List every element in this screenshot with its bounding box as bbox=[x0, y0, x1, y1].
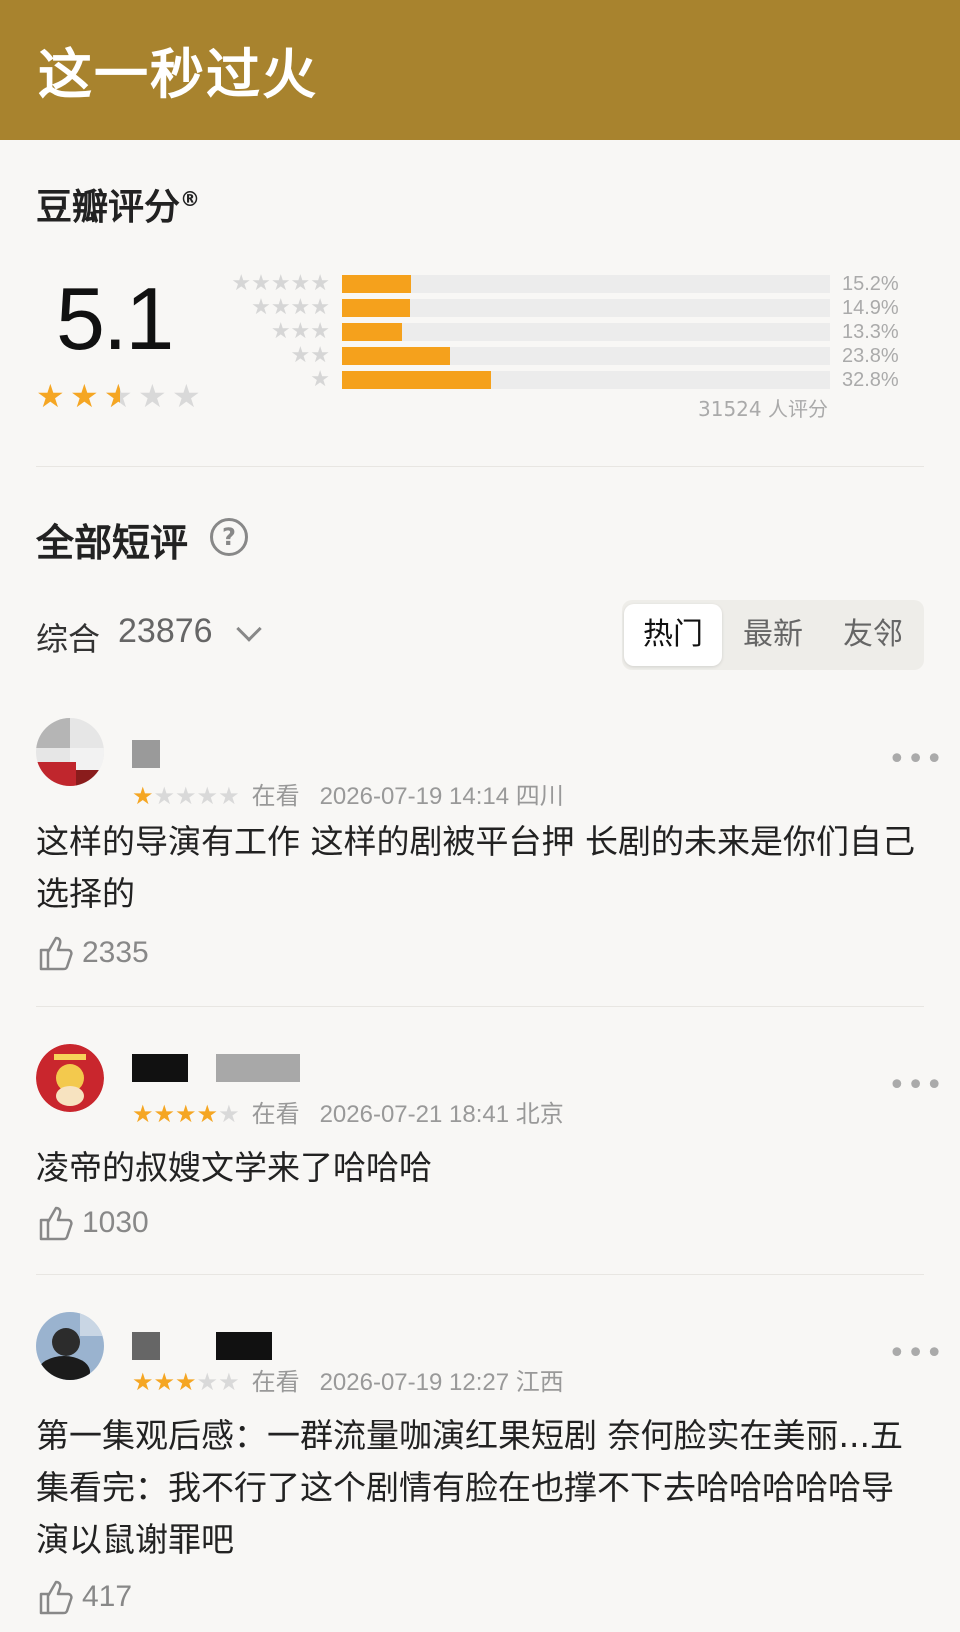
distribution-bar bbox=[342, 371, 491, 389]
comment-meta: ★★★★★ 在看 2026-07-19 14:14 四川 bbox=[132, 776, 564, 811]
distribution-track bbox=[342, 371, 830, 389]
tab-latest[interactable]: 最新 bbox=[724, 604, 822, 666]
distribution-percent: 14.9% bbox=[842, 297, 899, 319]
divider bbox=[36, 466, 924, 467]
distribution-stars: ★★ bbox=[290, 343, 330, 368]
more-icon[interactable]: ••• bbox=[888, 1071, 944, 1101]
comment-text: 这样的导演有工作 这样的剧被平台押 长剧的未来是你们自己选择的 bbox=[36, 822, 915, 913]
rating-label: 豆瓣评分® bbox=[36, 187, 201, 228]
username-suffix-blurred bbox=[216, 1054, 300, 1082]
username-blurred[interactable] bbox=[132, 1332, 160, 1360]
rating-stars: ★ ★ ★ ★ ★ bbox=[36, 380, 204, 414]
username-blurred[interactable] bbox=[132, 740, 160, 768]
distribution-percent: 15.2% bbox=[842, 273, 899, 295]
distribution-row: ★★★ 13.3% bbox=[220, 320, 920, 344]
username-blurred[interactable] bbox=[132, 1054, 188, 1082]
distribution-percent: 32.8% bbox=[842, 369, 899, 391]
distribution-stars: ★ bbox=[310, 367, 330, 392]
rating-score: 5.1 bbox=[56, 269, 174, 368]
app-header: 这一秒过火 bbox=[0, 0, 960, 140]
distribution-track bbox=[342, 347, 830, 365]
comment-time: 2026-07-21 18:41 北京 bbox=[319, 1101, 564, 1128]
like-count: 1030 bbox=[82, 1206, 149, 1239]
comment-stars: ★★★★★ bbox=[132, 1100, 240, 1128]
thumbs-up-icon[interactable] bbox=[38, 934, 74, 972]
distribution-stars: ★★★★ bbox=[251, 295, 330, 320]
rating-distribution: ★★★★★ 15.2% ★★★★ 14.9% ★★★ 13.3% ★★ 23.8% ★ 32.8% bbox=[220, 272, 920, 392]
star-icon: ★ bbox=[172, 377, 201, 415]
distribution-percent: 23.8% bbox=[842, 345, 899, 367]
distribution-percent: 13.3% bbox=[842, 321, 899, 343]
distribution-row: ★★ 23.8% bbox=[220, 344, 920, 368]
avatar[interactable] bbox=[36, 718, 104, 786]
more-icon[interactable]: ••• bbox=[888, 1339, 944, 1369]
distribution-bar bbox=[342, 323, 403, 341]
avatar[interactable] bbox=[36, 1312, 104, 1380]
distribution-bar bbox=[342, 299, 410, 317]
divider bbox=[36, 1006, 924, 1007]
comment-time: 2026-07-19 14:14 四川 bbox=[319, 783, 564, 810]
thumbs-up-icon[interactable] bbox=[38, 1578, 74, 1616]
chevron-down-icon[interactable] bbox=[236, 616, 262, 642]
comment-time: 2026-07-19 12:27 江西 bbox=[319, 1369, 564, 1396]
like-count: 2335 bbox=[82, 936, 149, 969]
sort-label[interactable]: 综合 bbox=[36, 614, 100, 660]
comment-text: 凌帝的叔嫂文学来了哈哈哈 bbox=[36, 1148, 432, 1187]
rater-count: 31524 人评分 bbox=[698, 397, 828, 421]
distribution-track bbox=[342, 299, 830, 317]
distribution-track bbox=[342, 323, 830, 341]
comment-stars: ★★★★★ bbox=[132, 1368, 240, 1396]
watch-status: 在看 bbox=[251, 1368, 300, 1396]
review-count[interactable]: 23876 bbox=[118, 612, 213, 651]
page-title: 这一秒过火 bbox=[38, 43, 318, 106]
distribution-bar bbox=[342, 275, 411, 293]
distribution-stars: ★★★ bbox=[270, 319, 330, 344]
comment-meta: ★★★★★ 在看 2026-07-21 18:41 北京 bbox=[132, 1094, 564, 1129]
distribution-row: ★★★★ 14.9% bbox=[220, 296, 920, 320]
distribution-row: ★★★★★ 15.2% bbox=[220, 272, 920, 296]
question-icon[interactable]: ? bbox=[210, 518, 248, 556]
reviews-title: 全部短评 bbox=[36, 521, 189, 565]
comment-stars: ★★★★★ bbox=[132, 782, 240, 810]
distribution-bar bbox=[342, 347, 450, 365]
more-icon[interactable]: ••• bbox=[888, 745, 944, 775]
distribution-row: ★ 32.8% bbox=[220, 368, 920, 392]
watch-status: 在看 bbox=[251, 782, 300, 810]
star-icon: ★ bbox=[36, 377, 65, 415]
thumbs-up-icon[interactable] bbox=[38, 1204, 74, 1242]
star-icon: ★ bbox=[104, 380, 136, 414]
star-icon: ★ bbox=[138, 377, 167, 415]
sort-tabs: 热门 最新 友邻 bbox=[622, 600, 924, 670]
username-suffix-blurred bbox=[216, 1332, 272, 1360]
tab-hot[interactable]: 热门 bbox=[624, 604, 722, 666]
distribution-stars: ★★★★★ bbox=[231, 271, 330, 296]
comment-text: 第一集观后感：一群流量咖演红果短剧 奈何脸实在美丽...五集看完：我不行了这个剧… bbox=[36, 1416, 903, 1559]
distribution-track bbox=[342, 275, 830, 293]
avatar[interactable] bbox=[36, 1044, 104, 1112]
watch-status: 在看 bbox=[251, 1100, 300, 1128]
tab-friends[interactable]: 友邻 bbox=[824, 604, 922, 666]
star-icon: ★ bbox=[70, 377, 99, 415]
comment-meta: ★★★★★ 在看 2026-07-19 12:27 江西 bbox=[132, 1362, 564, 1397]
divider bbox=[36, 1274, 924, 1275]
like-count: 417 bbox=[82, 1580, 133, 1613]
